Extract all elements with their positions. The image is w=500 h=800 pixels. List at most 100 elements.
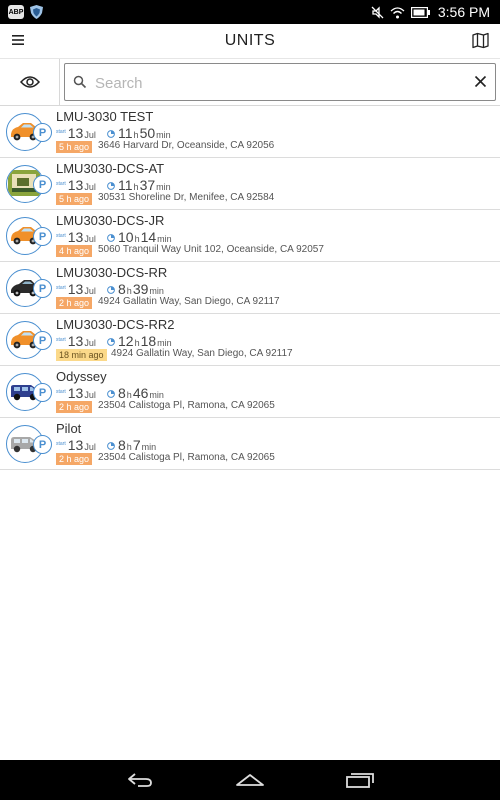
duration-hours: 8 bbox=[118, 437, 126, 453]
start-month: Jul bbox=[84, 442, 96, 452]
hours-unit: h bbox=[126, 442, 132, 452]
minutes-unit: min bbox=[157, 234, 172, 244]
minutes-unit: min bbox=[149, 390, 164, 400]
clock-icon bbox=[107, 182, 115, 190]
start-month: Jul bbox=[84, 130, 96, 140]
unit-address: 3646 Harvard Dr, Oceanside, CA 92056 bbox=[98, 140, 275, 151]
last-update-badge: 4 h ago bbox=[56, 245, 93, 257]
last-update-badge: 5 h ago bbox=[56, 193, 93, 205]
close-icon[interactable] bbox=[473, 74, 488, 89]
start-day: 13 bbox=[67, 385, 84, 401]
search-icon bbox=[73, 75, 87, 89]
start-label: start bbox=[56, 285, 66, 291]
minutes-unit: min bbox=[149, 286, 164, 296]
unit-row[interactable]: P LMU3030-DCS-JR start 13 Jul 10 h 14 min 4 h ago… bbox=[0, 210, 500, 262]
unit-name: LMU3030-DCS-RR bbox=[56, 265, 168, 280]
parking-status-icon: P bbox=[33, 279, 52, 298]
hours-unit: h bbox=[133, 182, 139, 192]
unit-address: 4924 Gallatin Way, San Diego, CA 92117 bbox=[111, 348, 293, 359]
unit-name: Odyssey bbox=[56, 369, 107, 384]
start-date: start 13 Jul bbox=[56, 177, 96, 193]
app-bar: UNITS bbox=[0, 24, 500, 59]
start-day: 13 bbox=[67, 177, 84, 193]
duration-hours: 11 bbox=[118, 125, 133, 141]
back-icon bbox=[128, 773, 152, 787]
visibility-filter-button[interactable] bbox=[0, 59, 60, 105]
unit-row[interactable]: P LMU3030-DCS-AT start 13 Jul 11 h 37 min 5 h ago… bbox=[0, 158, 500, 210]
map-icon[interactable] bbox=[472, 32, 489, 49]
system-status: 3:56 PM bbox=[371, 4, 500, 20]
duration-minutes: 37 bbox=[139, 177, 156, 193]
start-date: start 13 Jul bbox=[56, 437, 96, 453]
last-update-badge: 5 h ago bbox=[56, 141, 93, 153]
unit-list: P LMU-3030 TEST start 13 Jul 11 h 50 min 5 h ago 3… bbox=[0, 106, 500, 470]
unit-address: 4924 Gallatin Way, San Diego, CA 92117 bbox=[98, 296, 280, 307]
parking-status-icon: P bbox=[33, 383, 52, 402]
unit-address: 5060 Tranquil Way Unit 102, Oceanside, C… bbox=[98, 244, 324, 255]
eye-icon bbox=[19, 76, 40, 88]
unit-row[interactable]: P LMU3030-DCS-RR start 13 Jul 8 h 39 min 2 h ago 4… bbox=[0, 262, 500, 314]
unit-name: LMU-3030 TEST bbox=[56, 109, 154, 124]
start-label: start bbox=[56, 181, 66, 187]
start-day: 13 bbox=[67, 125, 84, 141]
hamburger-menu-icon[interactable] bbox=[10, 33, 26, 47]
unit-row[interactable]: P Odyssey start 13 Jul 8 h 46 min 2 h ago 23504 Ca… bbox=[0, 366, 500, 418]
clock-icon bbox=[107, 442, 115, 450]
start-label: start bbox=[56, 389, 66, 395]
start-date: start 13 Jul bbox=[56, 333, 96, 349]
unit-address: 23504 Calistoga Pl, Ramona, CA 92065 bbox=[98, 452, 275, 463]
clock-icon bbox=[107, 390, 115, 398]
parking-status-icon: P bbox=[33, 175, 52, 194]
unit-row[interactable]: P LMU3030-DCS-RR2 start 13 Jul 12 h 18 min 18 min… bbox=[0, 314, 500, 366]
back-button[interactable] bbox=[124, 770, 156, 790]
parking-status-icon: P bbox=[33, 435, 52, 454]
home-button[interactable] bbox=[234, 770, 266, 790]
start-day: 13 bbox=[67, 281, 84, 297]
duration-minutes: 14 bbox=[140, 229, 157, 245]
start-month: Jul bbox=[84, 234, 96, 244]
parking-status-icon: P bbox=[33, 227, 52, 246]
minutes-unit: min bbox=[156, 182, 171, 192]
minutes-unit: min bbox=[157, 338, 172, 348]
unit-name: LMU3030-DCS-RR2 bbox=[56, 317, 175, 332]
start-label: start bbox=[56, 233, 66, 239]
battery-icon bbox=[410, 6, 430, 18]
recent-apps-button[interactable] bbox=[344, 770, 376, 790]
duration-minutes: 18 bbox=[140, 333, 157, 349]
duration: 8 h 7 min bbox=[107, 437, 157, 453]
duration-hours: 8 bbox=[118, 385, 126, 401]
start-label: start bbox=[56, 441, 66, 447]
abp-notification-icon: ABP bbox=[8, 5, 24, 19]
duration: 11 h 50 min bbox=[107, 125, 172, 141]
duration-minutes: 7 bbox=[132, 437, 141, 453]
last-update-badge: 18 min ago bbox=[56, 349, 107, 361]
duration-minutes: 50 bbox=[139, 125, 156, 141]
recent-apps-icon bbox=[346, 773, 374, 788]
unit-row[interactable]: P LMU-3030 TEST start 13 Jul 11 h 50 min 5 h ago 3… bbox=[0, 106, 500, 158]
start-month: Jul bbox=[84, 286, 96, 296]
page-title: UNITS bbox=[224, 32, 276, 49]
unit-row[interactable]: P Pilot start 13 Jul 8 h 7 min 2 h ago 23504 Calis… bbox=[0, 418, 500, 470]
start-month: Jul bbox=[84, 338, 96, 348]
start-date: start 13 Jul bbox=[56, 385, 96, 401]
duration-hours: 11 bbox=[118, 177, 133, 193]
search-box[interactable] bbox=[64, 63, 496, 101]
search-input[interactable] bbox=[95, 70, 455, 96]
unit-name: Pilot bbox=[56, 421, 82, 436]
clock-time: 3:56 PM bbox=[437, 4, 490, 20]
unit-address: 30531 Shoreline Dr, Menifee, CA 92584 bbox=[98, 192, 275, 203]
clock-icon bbox=[107, 338, 115, 346]
home-icon bbox=[236, 774, 264, 786]
shield-notification-icon bbox=[30, 5, 43, 19]
clock-icon bbox=[107, 286, 115, 294]
start-month: Jul bbox=[84, 182, 96, 192]
hours-unit: h bbox=[133, 130, 139, 140]
abp-notification-label: ABP bbox=[8, 8, 24, 16]
hours-unit: h bbox=[126, 390, 132, 400]
notification-icons: ABP bbox=[0, 5, 43, 19]
start-date: start 13 Jul bbox=[56, 125, 96, 141]
start-label: start bbox=[56, 129, 66, 135]
status-bar: ABP 3:56 PM bbox=[0, 0, 500, 24]
duration: 12 h 18 min bbox=[107, 333, 173, 349]
parking-status-icon: P bbox=[33, 123, 52, 142]
